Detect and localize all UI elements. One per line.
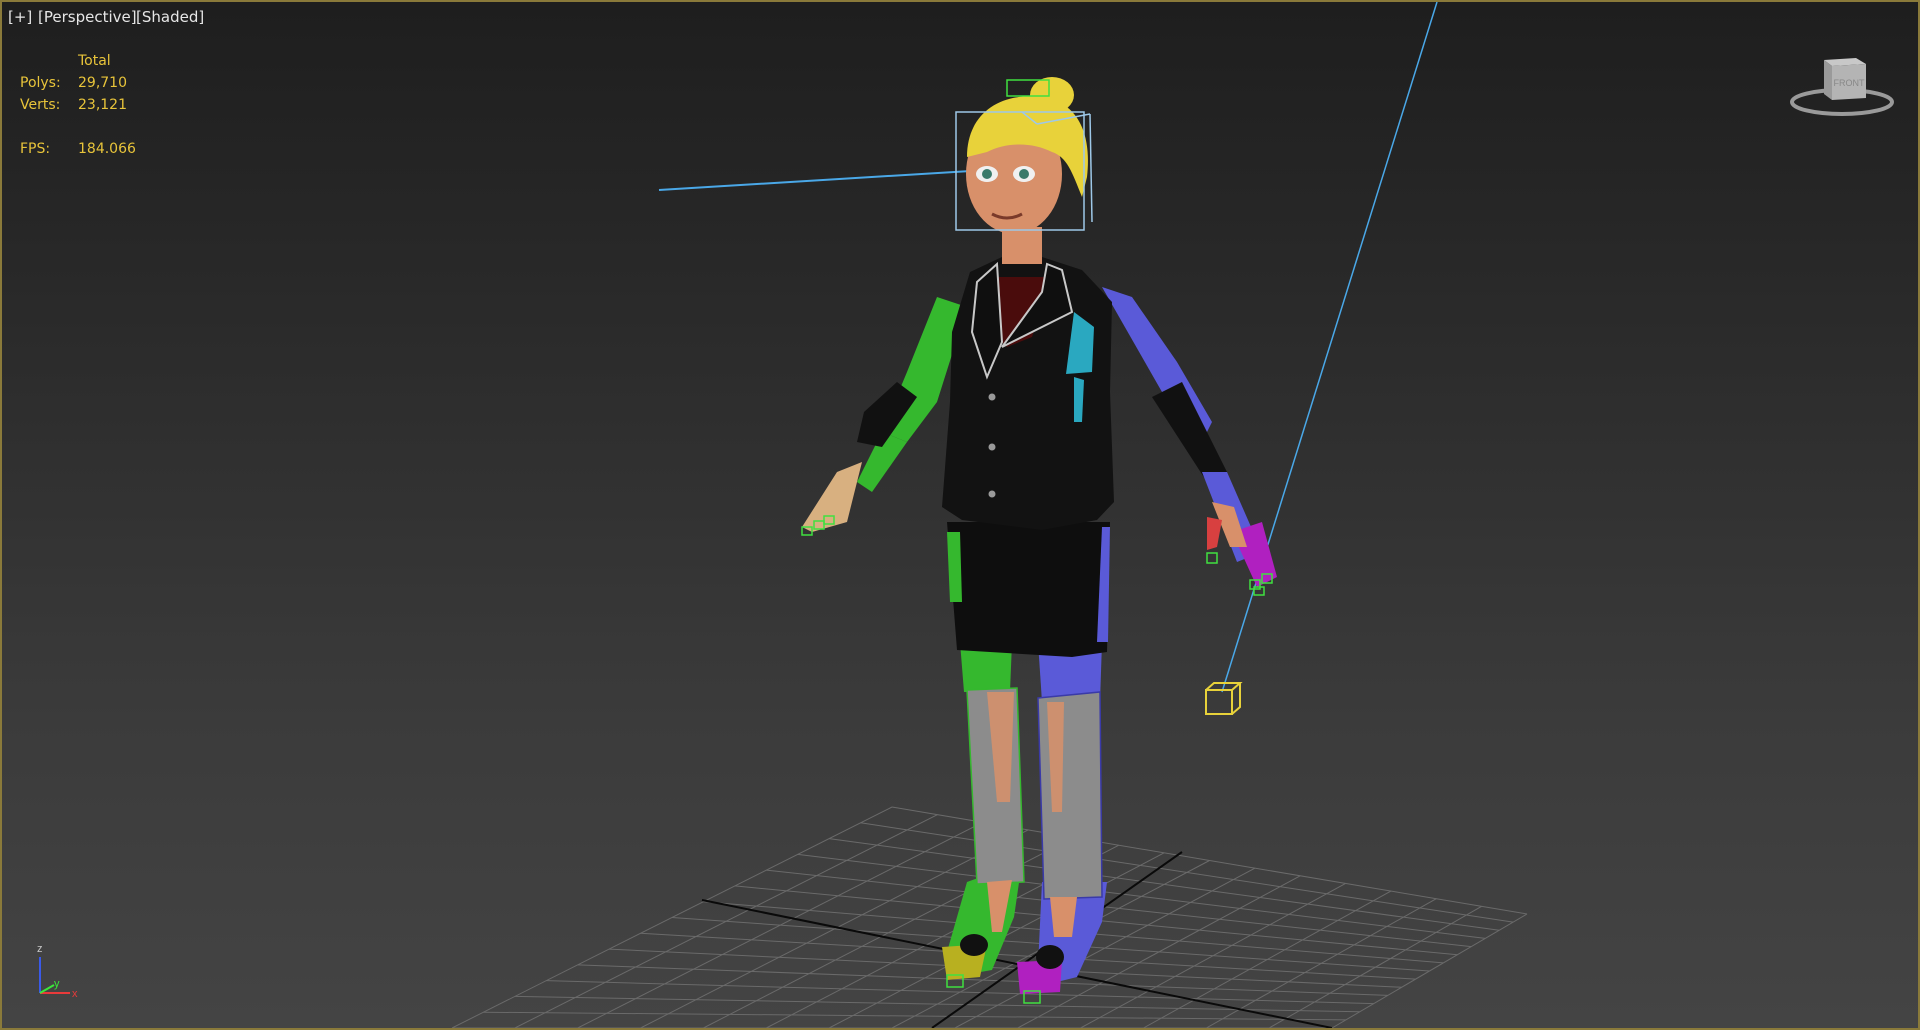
female-character-rig[interactable]	[801, 77, 1277, 1004]
skirt	[947, 522, 1110, 657]
jacket-button-3	[988, 490, 996, 498]
perspective-viewport[interactable]: [+] [Perspective] [Shaded] Total Polys: 2…	[0, 0, 1920, 1030]
verts-value: 23,121	[78, 97, 127, 113]
hair-bun	[1030, 77, 1074, 113]
right-sleeve-cuff	[1152, 382, 1227, 482]
right-thumb	[1207, 517, 1222, 550]
viewport-scene[interactable]	[2, 2, 1918, 1028]
left-hand	[802, 462, 862, 532]
jacket-button-1	[988, 393, 996, 401]
polys-label: Polys:	[20, 75, 61, 91]
jacket-button-2	[988, 443, 996, 451]
stats-header: Total	[78, 53, 111, 69]
viewcube-icon[interactable]: FRONT	[1786, 52, 1898, 122]
z-axis-label: z	[37, 943, 43, 955]
look-at-line-left	[658, 169, 988, 191]
viewport-shading-label[interactable]: [Shaded]	[136, 8, 204, 26]
y-axis-label: y	[54, 978, 60, 990]
viewcube-front-face[interactable]	[1824, 60, 1832, 100]
x-axis-label: x	[72, 988, 78, 1000]
left-pupil	[982, 169, 992, 179]
grid-line	[1331, 913, 1528, 1028]
right-calf	[1037, 691, 1103, 900]
fps-value: 184.066	[78, 141, 136, 157]
right-pupil	[1019, 169, 1029, 179]
viewport-menu-label[interactable]: [+]	[8, 8, 32, 26]
viewport-statistics: Total Polys: 29,710 Verts: 23,121 FPS: 184.…	[20, 50, 136, 160]
viewcube-face-label[interactable]: FRONT	[1834, 78, 1865, 88]
verts-label: Verts:	[20, 97, 61, 113]
polys-value: 29,710	[78, 75, 127, 91]
right-shoe-sole	[1036, 945, 1064, 969]
y-axis-line	[39, 984, 55, 994]
axis-tripod-icon: z y x	[37, 943, 78, 1000]
viewport-view-label[interactable]: [Perspective]	[38, 8, 137, 26]
fps-label: FPS:	[20, 141, 51, 157]
skirt-side-left	[947, 532, 962, 602]
left-shoe-sole	[960, 934, 988, 956]
